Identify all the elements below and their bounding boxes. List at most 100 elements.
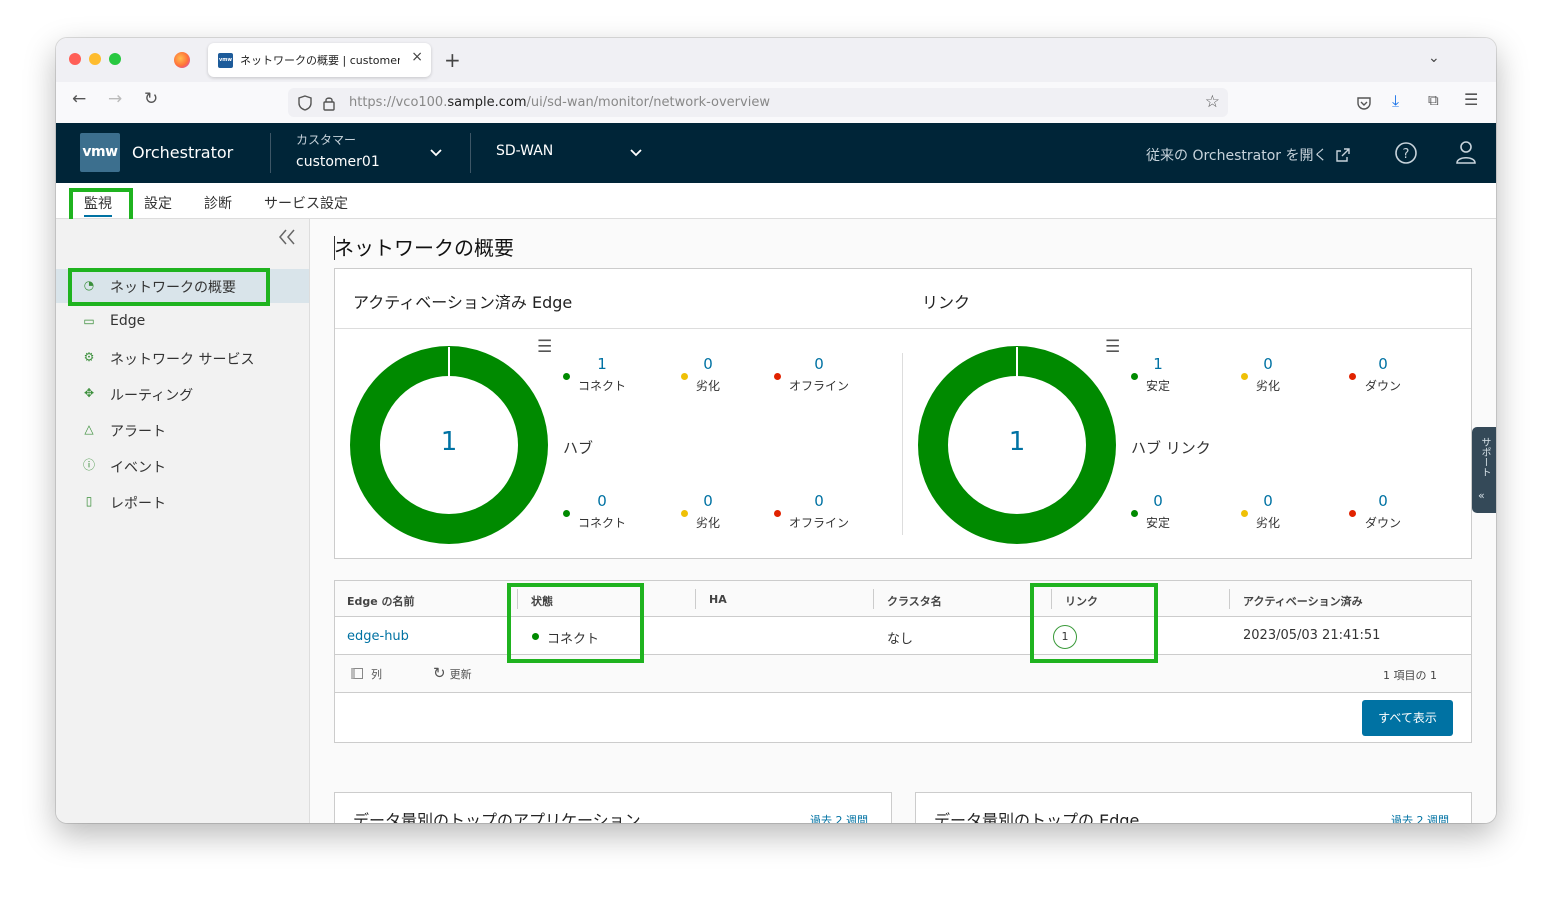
top-edges-card: データ量別のトップの Edge 過去 2 週間 (915, 792, 1472, 823)
legacy-orchestrator-link[interactable]: 従来の Orchestrator を開く (1146, 145, 1350, 165)
minimize-window-button[interactable] (89, 53, 101, 65)
status-dot-green (563, 510, 570, 517)
forward-arrow-icon[interactable]: → (108, 89, 122, 109)
event-icon: ⓘ (82, 458, 95, 472)
edge-name-link[interactable]: edge-hub (347, 629, 409, 644)
status-dot-green (1131, 373, 1138, 380)
tab-diagnostics[interactable]: 診断 (204, 193, 232, 213)
vertical-divider (902, 353, 903, 535)
sidebar-item-routing[interactable]: ✥ ルーティング (56, 377, 309, 411)
customer-label: カスタマー (296, 133, 357, 147)
chart-menu-icon[interactable]: ☰ (1105, 337, 1120, 357)
tab-service-settings[interactable]: サービス設定 (264, 193, 348, 213)
tab-configure[interactable]: 設定 (144, 193, 172, 213)
refresh-icon: ↻ (433, 664, 446, 682)
pagination-text: 1 項目の 1 (1383, 669, 1437, 682)
vmware-favicon-icon: vmw (218, 53, 233, 68)
column-separator (695, 589, 696, 609)
link-summary-title: リンク (922, 293, 971, 312)
chart-menu-icon[interactable]: ☰ (537, 337, 552, 357)
edge-stat-connected-top: 1 コネクト (577, 355, 626, 393)
top-edges-period-link[interactable]: 過去 2 週間 (1391, 812, 1449, 823)
menu-icon[interactable]: ☰ (1464, 90, 1478, 109)
lock-icon (323, 97, 335, 111)
new-tab-button[interactable]: + (444, 48, 461, 72)
main-content: ネットワークの概要 アクティベーション済み Edge リンク 1 ☰ ハブ 1コ… (310, 219, 1496, 823)
user-icon[interactable] (1455, 140, 1477, 164)
close-window-button[interactable] (69, 53, 81, 65)
edge-total: 1 (440, 427, 458, 457)
collapse-sidebar-icon[interactable] (278, 229, 296, 245)
edge-stat-degraded-top: 0 劣化 (695, 355, 720, 393)
column-header-ha[interactable]: HA (709, 593, 727, 606)
close-tab-icon[interactable]: × (411, 49, 423, 65)
url-bar[interactable]: https://vco100.sample.com/ui/sd-wan/moni… (288, 88, 1228, 117)
status-dot-yellow (1241, 373, 1248, 380)
link-stat-stable-top: 1 安定 (1145, 355, 1170, 393)
browser-tab[interactable]: vmw ネットワークの概要 | customer01 × (208, 43, 431, 77)
columns-toggle[interactable]: 列 (351, 666, 382, 682)
link-stat-degraded-bottom: 0 劣化 (1255, 492, 1280, 530)
columns-icon (351, 668, 363, 679)
sidebar-item-label: アラート (110, 424, 166, 440)
support-side-tab[interactable]: サポート « (1472, 427, 1496, 513)
svg-text:?: ? (1403, 147, 1410, 162)
status-dot-yellow (1241, 510, 1248, 517)
network-services-icon: ⚙ (83, 350, 95, 364)
top-apps-period-link[interactable]: 過去 2 週間 (810, 812, 868, 823)
status-dot-red (1349, 373, 1356, 380)
column-separator (1229, 589, 1230, 609)
firefox-icon (174, 52, 190, 68)
support-tab-label: サポート (1479, 437, 1490, 477)
edge-cluster: なし (887, 632, 914, 647)
link-total: 1 (1008, 427, 1026, 457)
edge-stat-connected-bottom: 0 コネクト (577, 492, 626, 530)
column-header-cluster[interactable]: クラスタ名 (887, 593, 942, 609)
reload-icon[interactable]: ↻ (144, 89, 158, 109)
chevron-down-icon (630, 149, 642, 157)
tab-list-chevron-icon[interactable]: ⌄ (1428, 50, 1440, 66)
customer-selector[interactable]: カスタマー customer01 (296, 131, 446, 175)
bookmark-star-icon[interactable]: ☆ (1205, 92, 1220, 112)
sidebar-item-events[interactable]: ⓘ イベント (56, 449, 309, 483)
download-icon[interactable]: ⤓ (1392, 91, 1399, 111)
extensions-icon[interactable]: ⧉ (1428, 91, 1439, 109)
chevron-down-icon (430, 149, 442, 157)
routing-icon: ✥ (83, 386, 95, 400)
column-header-edge-name[interactable]: Edge の名前 (347, 593, 415, 609)
page-title: ネットワークの概要 (334, 236, 514, 260)
sidebar-item-network-services[interactable]: ⚙ ネットワーク サービス (56, 341, 309, 375)
sidebar-item-edge[interactable]: ▭ Edge (56, 305, 309, 339)
refresh-button[interactable]: ↻ 更新 (433, 664, 472, 682)
service-selector[interactable]: SD-WAN (496, 143, 646, 167)
column-separator (873, 589, 874, 609)
pocket-icon[interactable] (1356, 95, 1372, 111)
browser-tab-bar: vmw ネットワークの概要 | customer01 × + ⌄ (56, 38, 1496, 82)
report-icon: ▯ (85, 494, 93, 508)
status-dot-green (1131, 510, 1138, 517)
show-all-button[interactable]: すべて表示 (1362, 700, 1453, 736)
sidebar-item-reports[interactable]: ▯ レポート (56, 485, 309, 519)
link-stat-degraded-top: 0 劣化 (1255, 355, 1280, 393)
sidebar-item-alerts[interactable]: △ アラート (56, 413, 309, 447)
legacy-link-text: 従来の Orchestrator を開く (1146, 148, 1328, 164)
maximize-window-button[interactable] (109, 53, 121, 65)
table-footer: 列 ↻ 更新 1 項目の 1 (335, 655, 1471, 693)
main-nav-tabs: 監視 設定 診断 サービス設定 (56, 183, 1496, 219)
status-dot-yellow (681, 373, 688, 380)
highlight-box (507, 583, 644, 663)
status-dot-red (1349, 510, 1356, 517)
summary-card: アクティベーション済み Edge リンク 1 ☰ ハブ 1 コネクト 0 劣化 0オ… (334, 268, 1472, 559)
edge-table-card: Edge の名前 状態 HA クラスタ名 リンク アクティベーション済み edg… (334, 580, 1472, 743)
help-icon[interactable]: ? (1394, 141, 1418, 165)
status-dot-yellow (681, 510, 688, 517)
column-header-activated[interactable]: アクティベーション済み (1243, 593, 1363, 609)
sidebar-item-label: イベント (110, 460, 166, 476)
sidebar-item-label: Edge (110, 313, 146, 329)
edge-middle-label: ハブ (563, 439, 594, 457)
vmware-logo: vmw (80, 133, 120, 172)
sidebar-item-label: ネットワーク サービス (110, 352, 255, 368)
top-apps-card: データ量別のトップのアプリケーション 過去 2 週間 (334, 792, 892, 823)
top-edges-title: データ量別のトップの Edge (934, 811, 1140, 823)
back-arrow-icon[interactable]: ← (72, 89, 86, 109)
